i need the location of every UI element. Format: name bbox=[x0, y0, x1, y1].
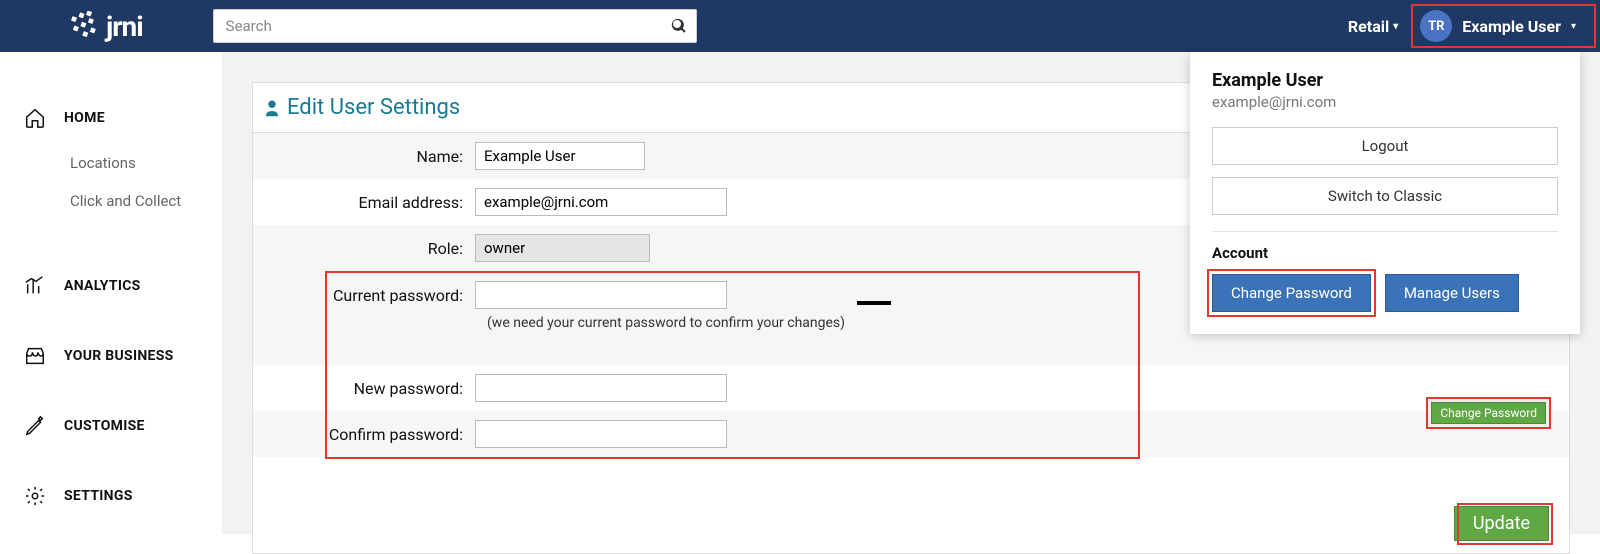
company-dropdown[interactable]: Retail ▾ bbox=[1348, 17, 1398, 36]
home-icon bbox=[24, 107, 46, 129]
manage-users-button[interactable]: Manage Users bbox=[1385, 274, 1519, 312]
label-name: Name: bbox=[253, 147, 475, 166]
gear-icon bbox=[24, 485, 46, 507]
pencil-icon bbox=[24, 415, 46, 437]
label-confirm-password: Confirm password: bbox=[253, 425, 475, 444]
sidebar-item-settings[interactable]: SETTINGS bbox=[0, 470, 222, 522]
topbar: jrni Retail ▾ TR Example User ▾ bbox=[0, 0, 1600, 52]
switch-classic-button[interactable]: Switch to Classic bbox=[1212, 177, 1558, 215]
role-input bbox=[475, 234, 650, 262]
current-password-input[interactable] bbox=[475, 281, 727, 309]
name-input[interactable] bbox=[475, 142, 645, 170]
email-input[interactable] bbox=[475, 188, 727, 216]
caret-down-icon: ▾ bbox=[1571, 21, 1576, 32]
avatar: TR bbox=[1420, 10, 1452, 42]
user-dropdown-label: Example User bbox=[1462, 17, 1561, 36]
confirm-password-input[interactable] bbox=[475, 420, 727, 448]
analytics-icon bbox=[24, 275, 46, 297]
sidebar-item-analytics[interactable]: ANALYTICS bbox=[0, 260, 222, 312]
label-current-password: Current password: bbox=[253, 286, 475, 305]
caret-down-icon: ▾ bbox=[1393, 21, 1398, 32]
new-password-input[interactable] bbox=[475, 374, 727, 402]
sidebar-item-label: ANALYTICS bbox=[64, 278, 141, 294]
topbar-right: Retail ▾ TR Example User ▾ bbox=[1348, 8, 1580, 44]
label-email: Email address: bbox=[253, 193, 475, 212]
sidebar-item-label: HOME bbox=[64, 110, 105, 126]
popover-user-name: Example User bbox=[1212, 70, 1558, 91]
annotation-highlight: Change Password bbox=[1426, 397, 1551, 429]
change-password-button[interactable]: Change Password bbox=[1431, 402, 1546, 424]
divider bbox=[1212, 231, 1558, 232]
search-icon bbox=[671, 18, 687, 34]
search-input[interactable] bbox=[213, 9, 697, 43]
sidebar-item-label: CUSTOMISE bbox=[64, 418, 145, 434]
label-role: Role: bbox=[253, 239, 475, 258]
brand-text: jrni bbox=[106, 10, 143, 43]
change-password-button[interactable]: Change Password bbox=[1212, 274, 1371, 312]
user-popover: Example User example@jrni.com Logout Swi… bbox=[1190, 52, 1580, 334]
annotation-dash bbox=[857, 301, 891, 305]
user-icon bbox=[263, 99, 281, 117]
company-dropdown-label: Retail bbox=[1348, 17, 1389, 36]
row-new-password: New password: bbox=[253, 365, 1569, 411]
user-dropdown[interactable]: TR Example User ▾ bbox=[1416, 8, 1580, 44]
popover-account-section: Account Change Password Manage Users bbox=[1212, 244, 1558, 312]
row-confirm-password: Confirm password: bbox=[253, 411, 1569, 457]
sidebar-item-label: SETTINGS bbox=[64, 488, 133, 504]
update-button[interactable]: Update bbox=[1454, 506, 1549, 541]
sidebar-item-business[interactable]: YOUR BUSINESS bbox=[0, 330, 222, 382]
popover-account-heading: Account bbox=[1212, 244, 1558, 262]
logout-button[interactable]: Logout bbox=[1212, 127, 1558, 165]
sidebar-sub-click-collect[interactable]: Click and Collect bbox=[0, 182, 222, 220]
brand-logo: jrni bbox=[70, 10, 143, 43]
sidebar-item-label: YOUR BUSINESS bbox=[64, 348, 174, 364]
sidebar-item-home[interactable]: HOME bbox=[0, 92, 222, 144]
store-icon bbox=[24, 345, 46, 367]
search-wrap bbox=[213, 9, 697, 43]
sidebar: HOME Locations Click and Collect ANALYTI… bbox=[0, 52, 222, 534]
sidebar-item-customise[interactable]: CUSTOMISE bbox=[0, 400, 222, 452]
brand-mark-icon bbox=[70, 11, 100, 41]
sidebar-sub-locations[interactable]: Locations bbox=[0, 144, 222, 182]
label-new-password: New password: bbox=[253, 379, 475, 398]
popover-user-email: example@jrni.com bbox=[1212, 93, 1558, 111]
